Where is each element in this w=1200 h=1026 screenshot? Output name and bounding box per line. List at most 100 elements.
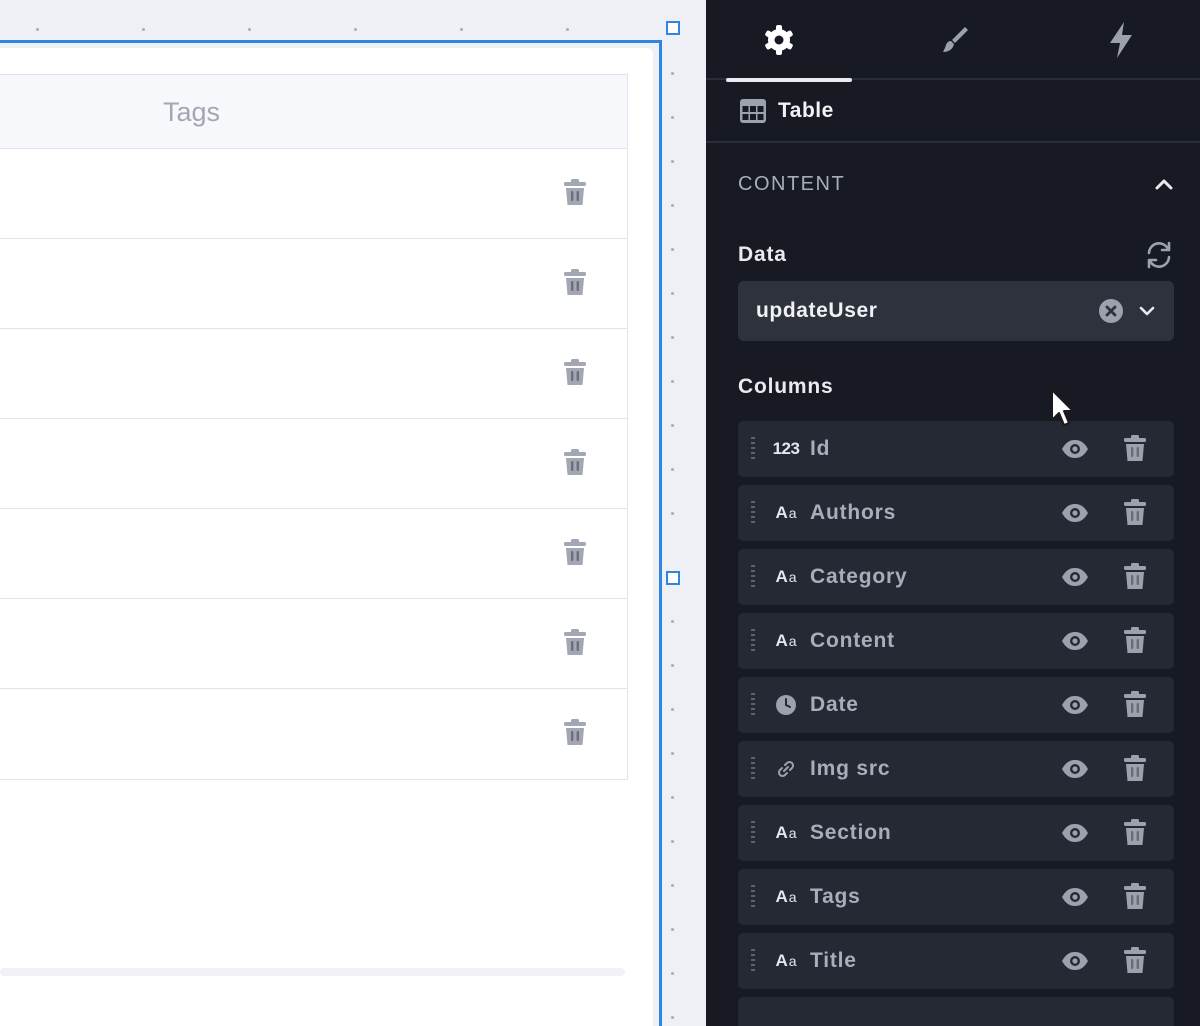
toggle-visibility-button[interactable] <box>1060 755 1090 783</box>
grid-dot <box>671 336 674 339</box>
table-icon <box>740 98 766 123</box>
grid-dot <box>460 28 463 31</box>
data-field-header: Data <box>706 235 1200 275</box>
number-type-icon: 123 <box>772 439 800 458</box>
table-row[interactable] <box>0 509 627 599</box>
text-type-icon: Aa <box>775 631 797 650</box>
delete-column-button[interactable] <box>1122 497 1148 527</box>
chevron-up-icon[interactable] <box>1154 177 1174 191</box>
grid-dot <box>671 248 674 251</box>
table-row[interactable] <box>0 419 627 509</box>
drag-handle-icon[interactable] <box>738 805 768 861</box>
drag-handle-icon[interactable] <box>738 421 768 477</box>
drag-handle-icon[interactable] <box>738 485 768 541</box>
table-horizontal-scrollbar[interactable] <box>0 968 625 976</box>
column-header-tags[interactable]: Tags <box>163 97 220 128</box>
delete-column-button[interactable] <box>1122 817 1148 847</box>
column-item[interactable]: 123 Id <box>738 421 1174 477</box>
tab-settings[interactable] <box>706 0 852 82</box>
data-source-select[interactable]: updateUser <box>738 281 1174 341</box>
column-name: Content <box>810 629 895 652</box>
grid-dot <box>566 28 569 31</box>
row-delete-button[interactable] <box>563 718 589 748</box>
eye-icon <box>1062 824 1088 842</box>
trash-icon <box>1124 691 1146 717</box>
drag-handle-icon[interactable] <box>738 549 768 605</box>
chevron-down-icon[interactable] <box>1138 305 1156 317</box>
column-type-indicator: 123 <box>768 439 804 459</box>
grid-dot <box>671 840 674 843</box>
column-item[interactable]: Aa Section <box>738 805 1174 861</box>
drag-handle-icon[interactable] <box>738 613 768 669</box>
trash-icon <box>564 269 586 295</box>
toggle-visibility-button[interactable] <box>1060 819 1090 847</box>
grid-dot <box>354 28 357 31</box>
column-type-indicator: Aa <box>768 631 804 651</box>
clear-icon[interactable] <box>1098 298 1124 324</box>
eye-icon <box>1062 504 1088 522</box>
delete-column-button[interactable] <box>1122 753 1148 783</box>
drag-handle-icon[interactable] <box>738 869 768 925</box>
row-delete-button[interactable] <box>563 538 589 568</box>
resize-handle-top-right[interactable] <box>666 21 680 35</box>
delete-column-button[interactable] <box>1122 561 1148 591</box>
row-delete-button[interactable] <box>563 448 589 478</box>
column-item[interactable]: Aa Authors <box>738 485 1174 541</box>
toggle-visibility-button[interactable] <box>1060 691 1090 719</box>
table-row[interactable] <box>0 329 627 419</box>
column-item[interactable]: Date <box>738 677 1174 733</box>
column-item[interactable] <box>738 997 1174 1026</box>
eye-icon <box>1062 632 1088 650</box>
toggle-visibility-button[interactable] <box>1060 499 1090 527</box>
tab-style[interactable] <box>882 0 1028 80</box>
column-name: Section <box>810 821 892 844</box>
text-type-icon: Aa <box>775 887 797 906</box>
row-delete-button[interactable] <box>563 178 589 208</box>
editor-canvas[interactable]: Tags <box>0 0 706 1026</box>
trash-icon <box>1124 563 1146 589</box>
row-delete-button[interactable] <box>563 358 589 388</box>
delete-column-button[interactable] <box>1122 945 1148 975</box>
drag-handle-icon[interactable] <box>738 741 768 797</box>
refresh-icon[interactable] <box>1144 241 1174 269</box>
column-name: Title <box>810 949 857 972</box>
table-body <box>0 149 627 779</box>
column-name: Img src <box>810 757 891 780</box>
resize-handle-right[interactable] <box>666 571 680 585</box>
mouse-cursor-icon <box>1051 389 1074 426</box>
trash-icon <box>1124 755 1146 781</box>
column-item[interactable]: Aa Content <box>738 613 1174 669</box>
toggle-visibility-button[interactable] <box>1060 883 1090 911</box>
grid-dot <box>671 424 674 427</box>
column-item[interactable]: Aa Tags <box>738 869 1174 925</box>
delete-column-button[interactable] <box>1122 689 1148 719</box>
delete-column-button[interactable] <box>1122 881 1148 911</box>
trash-icon <box>1124 627 1146 653</box>
table-row[interactable] <box>0 599 627 689</box>
toggle-visibility-button[interactable] <box>1060 563 1090 591</box>
column-type-indicator: Aa <box>768 503 804 523</box>
tab-events[interactable] <box>1048 0 1194 80</box>
table-row[interactable] <box>0 689 627 779</box>
row-delete-button[interactable] <box>563 628 589 658</box>
toggle-visibility-button[interactable] <box>1060 627 1090 655</box>
trash-icon <box>564 449 586 475</box>
content-section-header[interactable]: CONTENT <box>706 143 1200 225</box>
grid-dot <box>671 1016 674 1019</box>
column-item[interactable]: Aa Category <box>738 549 1174 605</box>
trash-icon <box>1124 819 1146 845</box>
toggle-visibility-button[interactable] <box>1060 947 1090 975</box>
drag-handle-icon[interactable] <box>738 677 768 733</box>
drag-handle-icon[interactable] <box>738 933 768 989</box>
row-delete-button[interactable] <box>563 268 589 298</box>
column-item[interactable]: Aa Title <box>738 933 1174 989</box>
table-row[interactable] <box>0 149 627 239</box>
grid-dot <box>671 292 674 295</box>
table-row[interactable] <box>0 239 627 329</box>
column-name: Authors <box>810 501 897 524</box>
columns-label: Columns <box>738 375 834 398</box>
toggle-visibility-button[interactable] <box>1060 435 1090 463</box>
column-item[interactable]: Img src <box>738 741 1174 797</box>
delete-column-button[interactable] <box>1122 625 1148 655</box>
delete-column-button[interactable] <box>1122 433 1148 463</box>
